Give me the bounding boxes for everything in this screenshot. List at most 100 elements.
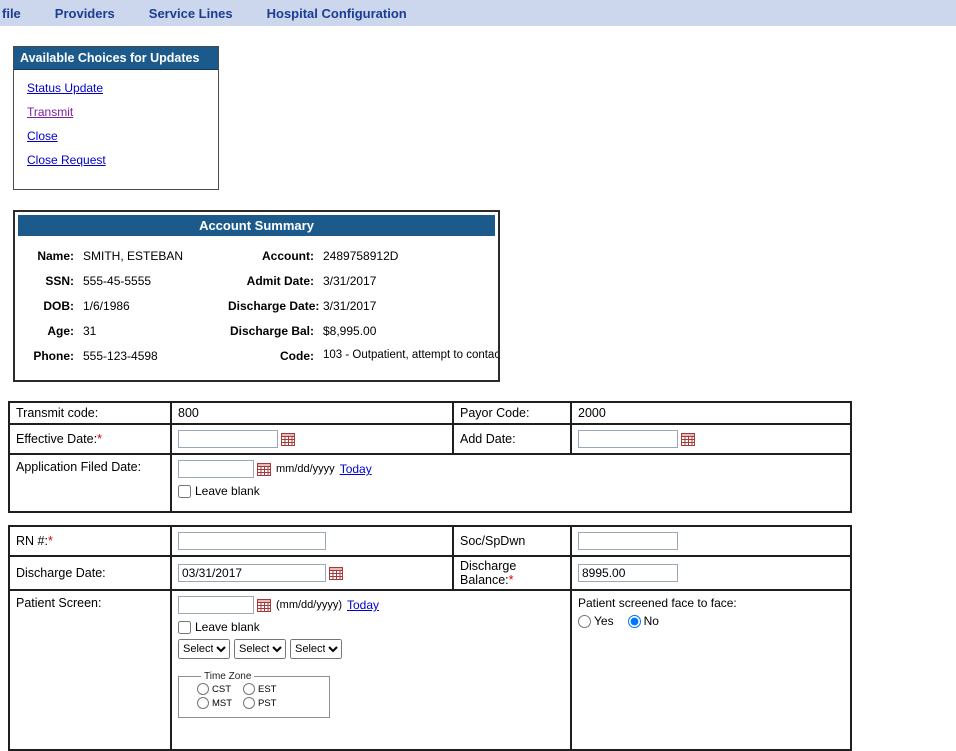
discharge-form-table: RN #:* Soc/SpDwn Discharge Date: Dischar…	[8, 525, 852, 751]
summary-admit-date-label: Admit Date:	[228, 274, 314, 288]
summary-code-value: 103 - Outpatient, attempt to contact	[323, 349, 500, 363]
summary-phone-value: 555-123-4598	[83, 349, 219, 363]
summary-admit-date-value: 3/31/2017	[323, 274, 500, 288]
summary-ssn-value: 555-45-5555	[83, 274, 219, 288]
add-date-label: Add Date:	[453, 424, 571, 454]
patient-screen-label: Patient Screen:	[9, 590, 171, 750]
leave-blank-label: Leave blank	[195, 484, 260, 498]
discharge-date-label: Discharge Date:	[9, 556, 171, 590]
time-zone-legend: Time Zone	[201, 671, 254, 682]
patient-screen-date-input[interactable]	[178, 596, 254, 614]
summary-age-value: 31	[83, 324, 219, 338]
face-to-face-yes-option[interactable]: Yes	[578, 614, 614, 628]
account-summary-title: Account Summary	[18, 215, 495, 236]
available-choices-panel: Available Choices for Updates Status Upd…	[13, 46, 219, 190]
calendar-icon[interactable]	[281, 433, 295, 446]
summary-ssn-label: SSN:	[26, 274, 74, 288]
application-filed-date-row: Application Filed Date: mm/dd/yyyy Today…	[9, 454, 851, 512]
face-to-face-question: Patient screened face to face:	[578, 596, 844, 610]
rn-row: RN #:* Soc/SpDwn	[9, 526, 851, 556]
transmit-code-row: Transmit code: 800 Payor Code: 2000	[9, 402, 851, 424]
face-to-face-no-radio[interactable]	[628, 615, 641, 628]
soc-spdwn-cell	[571, 526, 851, 556]
required-asterisk: *	[97, 432, 102, 446]
patient-screen-cell: (mm/dd/yyyy) Today Leave blank Select Se…	[171, 590, 571, 750]
application-filed-today-link[interactable]: Today	[340, 462, 372, 476]
timezone-est-radio[interactable]	[243, 683, 255, 695]
required-asterisk: *	[509, 573, 514, 587]
summary-name-value: SMITH, ESTEBAN	[83, 249, 219, 263]
transmit-code-label: Transmit code:	[9, 402, 171, 424]
application-filed-date-label: Application Filed Date:	[9, 454, 171, 512]
face-to-face-yes-radio[interactable]	[578, 615, 591, 628]
application-filed-leave-blank-checkbox[interactable]	[178, 485, 191, 498]
rn-cell	[171, 526, 453, 556]
payor-code-label: Payor Code:	[453, 402, 571, 424]
required-asterisk: *	[48, 534, 53, 548]
timezone-cst-option[interactable]: CST	[197, 683, 243, 695]
link-close-request[interactable]: Close Request	[27, 153, 218, 167]
time-zone-options: CST EST MST PST	[197, 683, 329, 709]
timezone-mst-option[interactable]: MST	[197, 697, 243, 709]
summary-account-value: 2489758912D	[323, 249, 500, 263]
calendar-icon[interactable]	[257, 599, 271, 612]
timezone-cst-radio[interactable]	[197, 683, 209, 695]
timezone-est-option[interactable]: EST	[243, 683, 289, 695]
date-format-hint: (mm/dd/yyyy)	[276, 599, 342, 611]
patient-screen-row: Patient Screen: (mm/dd/yyyy) Today Leave…	[9, 590, 851, 750]
summary-code-label: Code:	[228, 349, 314, 363]
face-to-face-cell: Patient screened face to face: Yes No	[571, 590, 851, 750]
time-zone-fieldset: Time Zone CST EST MST PST	[178, 671, 330, 718]
rn-label: RN #:*	[9, 526, 171, 556]
face-to-face-options: Yes No	[578, 614, 844, 628]
summary-discharge-bal-value: $8,995.00	[323, 324, 500, 338]
menu-item-service-lines[interactable]: Service Lines	[149, 6, 233, 21]
effective-date-cell	[171, 424, 453, 454]
menu-item-hospital-configuration[interactable]: Hospital Configuration	[267, 6, 407, 21]
link-status-update[interactable]: Status Update	[27, 81, 218, 95]
timezone-pst-option[interactable]: PST	[243, 697, 289, 709]
patient-screen-leave-blank-checkbox[interactable]	[178, 621, 191, 634]
calendar-icon[interactable]	[681, 433, 695, 446]
account-summary-grid: Name: SMITH, ESTEBAN Account: 2489758912…	[18, 236, 495, 377]
transmit-code-value: 800	[171, 402, 453, 424]
transmit-form-table: Transmit code: 800 Payor Code: 2000 Effe…	[8, 401, 852, 513]
discharge-balance-label: Discharge Balance:*	[453, 556, 571, 590]
add-date-input[interactable]	[578, 430, 678, 448]
calendar-icon[interactable]	[329, 567, 343, 580]
discharge-balance-input[interactable]	[578, 564, 678, 582]
timezone-pst-radio[interactable]	[243, 697, 255, 709]
patient-screen-select-3[interactable]: Select	[290, 639, 342, 659]
available-choices-links: Status Update Transmit Close Close Reque…	[14, 70, 218, 189]
menu-item-file[interactable]: file	[2, 6, 21, 21]
application-filed-date-cell: mm/dd/yyyy Today Leave blank	[171, 454, 851, 512]
discharge-row: Discharge Date: Discharge Balance:*	[9, 556, 851, 590]
account-summary-panel: Account Summary Name: SMITH, ESTEBAN Acc…	[13, 210, 500, 382]
summary-account-label: Account:	[228, 249, 314, 263]
payor-code-value: 2000	[571, 402, 851, 424]
summary-age-label: Age:	[26, 324, 74, 338]
summary-dob-value: 1/6/1986	[83, 299, 219, 313]
effective-date-label: Effective Date:*	[9, 424, 171, 454]
menu-item-providers[interactable]: Providers	[55, 6, 115, 21]
patient-screen-select-1[interactable]: Select	[178, 639, 230, 659]
face-to-face-no-option[interactable]: No	[628, 614, 659, 628]
summary-discharge-date-label: Discharge Date:	[228, 299, 314, 313]
timezone-mst-radio[interactable]	[197, 697, 209, 709]
summary-name-label: Name:	[26, 249, 74, 263]
patient-screen-today-link[interactable]: Today	[347, 598, 379, 612]
summary-phone-label: Phone:	[26, 349, 74, 363]
available-choices-title: Available Choices for Updates	[14, 47, 218, 70]
application-filed-date-input[interactable]	[178, 460, 254, 478]
rn-number-input[interactable]	[178, 532, 326, 550]
add-date-cell	[571, 424, 851, 454]
discharge-date-cell	[171, 556, 453, 590]
effective-date-input[interactable]	[178, 430, 278, 448]
soc-spdwn-input[interactable]	[578, 532, 678, 550]
link-close[interactable]: Close	[27, 129, 218, 143]
discharge-date-input[interactable]	[178, 564, 326, 582]
link-transmit[interactable]: Transmit	[27, 105, 218, 119]
calendar-icon[interactable]	[257, 463, 271, 476]
summary-dob-label: DOB:	[26, 299, 74, 313]
patient-screen-select-2[interactable]: Select	[234, 639, 286, 659]
